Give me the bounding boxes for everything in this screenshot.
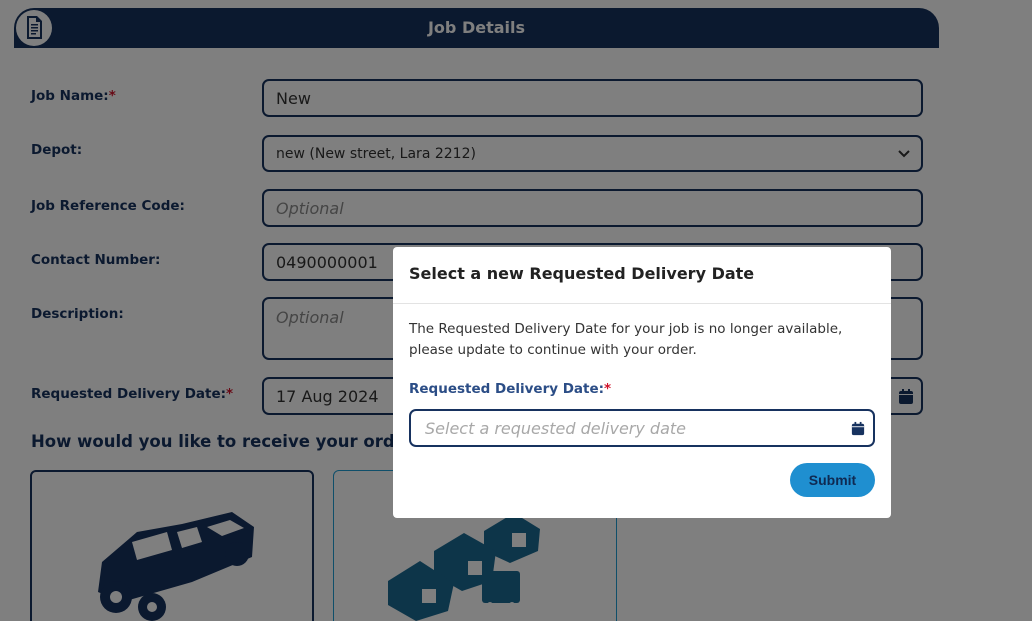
- date-picker-placeholder: Select a requested delivery date: [425, 418, 687, 438]
- modal-field-label: Requested Delivery Date:*: [409, 381, 611, 397]
- calendar-icon[interactable]: [851, 421, 865, 436]
- modal-message: The Requested Delivery Date for your job…: [409, 321, 843, 358]
- modal-divider: [393, 303, 891, 304]
- modal-field-label-text: Requested Delivery Date:: [409, 381, 605, 397]
- delivery-date-modal: Select a new Requested Delivery Date The…: [393, 247, 891, 518]
- requested-date-picker-input[interactable]: Select a requested delivery date: [409, 409, 875, 447]
- submit-button[interactable]: Submit: [790, 463, 875, 497]
- modal-title: Select a new Requested Delivery Date: [409, 264, 755, 283]
- required-marker: *: [604, 381, 612, 397]
